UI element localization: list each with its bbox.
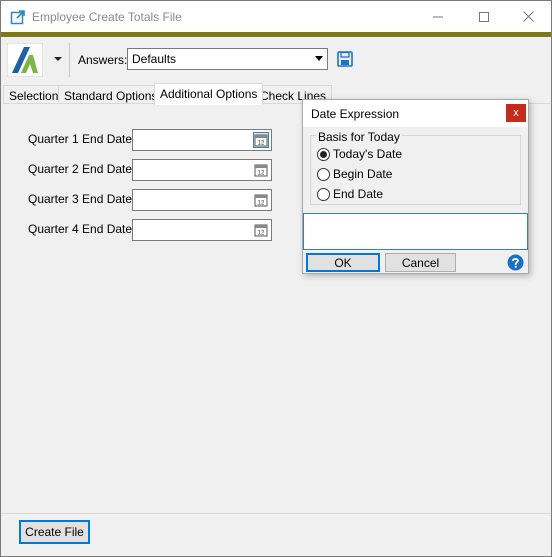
chevron-down-icon[interactable] [52,54,64,64]
tab-label: Standard Options [64,89,158,103]
dialog-close-button[interactable]: x [506,104,526,122]
minimize-icon [433,16,443,17]
radio-circle[interactable] [317,167,330,181]
close-icon [522,11,534,22]
svg-text:12: 12 [258,231,265,237]
window-title: Employee Create Totals File [32,10,182,24]
help-icon[interactable] [507,254,524,271]
tab-standard-options[interactable]: Standard Options [58,85,164,104]
title-bar: Employee Create Totals File [1,1,551,32]
calendar-icon[interactable]: 12 [254,193,268,207]
close-icon: x [513,107,519,119]
calendar-icon[interactable]: 12 [254,163,268,177]
maximize-icon [479,11,489,22]
radio-circle[interactable] [317,187,330,201]
save-icon[interactable] [337,51,353,67]
quarter-1-label: Quarter 1 End Date: [28,132,136,146]
ok-label: OK [334,255,352,270]
dialog-title: Date Expression [311,107,400,121]
dialog-title-bar: Date Expression x [303,100,528,127]
radio-label: End Date [333,187,384,201]
answers-label: Answers: [78,53,128,67]
basis-group-label: Basis for Today [316,130,402,144]
radio-end-date[interactable]: End Date [317,187,383,201]
dropdown-arrow-icon [315,56,323,61]
answers-value: Defaults [132,52,177,66]
calendar-icon[interactable]: 12 [254,223,268,237]
close-button[interactable] [505,1,551,32]
tab-selection[interactable]: Selection [3,85,65,104]
calendar-icon[interactable]: 12 [253,132,269,148]
tab-label: Selection [9,89,59,103]
ok-button[interactable]: OK [306,253,380,272]
cancel-button[interactable]: Cancel [385,253,456,272]
tab-label: Additional Options [160,87,258,101]
radio-selected-dot [320,150,327,158]
svg-text:12: 12 [258,141,265,147]
radio-circle[interactable] [317,147,330,161]
date-expression-dialog: Date Expression x Basis for Today Today'… [302,99,529,274]
cancel-label: Cancel [401,255,440,270]
answers-dropdown[interactable]: Defaults [127,48,328,70]
radio-label: Today's Date [333,147,402,161]
quarter-3-date-input[interactable]: 12 [132,189,272,211]
date-expression-input[interactable] [303,213,528,250]
maximize-button[interactable] [461,1,507,32]
svg-text:12: 12 [258,201,265,207]
create-file-button[interactable]: Create File [19,520,90,544]
minimize-button[interactable] [415,1,461,32]
radio-begin-date[interactable]: Begin Date [317,167,392,181]
app-window: Employee Create Totals File Answers: Def… [0,0,552,557]
quarter-1-date-input[interactable]: 12 [132,129,272,151]
svg-text:12: 12 [258,171,265,177]
radio-label: Begin Date [333,167,393,181]
app-logo-icon[interactable] [7,43,43,77]
toolbar-separator [69,43,70,77]
quarter-2-date-input[interactable]: 12 [132,159,272,181]
quarter-4-label: Quarter 4 End Date: [28,222,136,236]
create-file-label: Create File [25,525,84,539]
quarter-4-date-input[interactable]: 12 [132,219,272,241]
external-link-icon [10,10,25,25]
quarter-2-label: Quarter 2 End Date: [28,162,136,176]
radio-todays-date[interactable]: Today's Date [317,147,402,161]
quarter-3-label: Quarter 3 End Date: [28,192,136,206]
tab-additional-options[interactable]: Additional Options [154,83,264,105]
